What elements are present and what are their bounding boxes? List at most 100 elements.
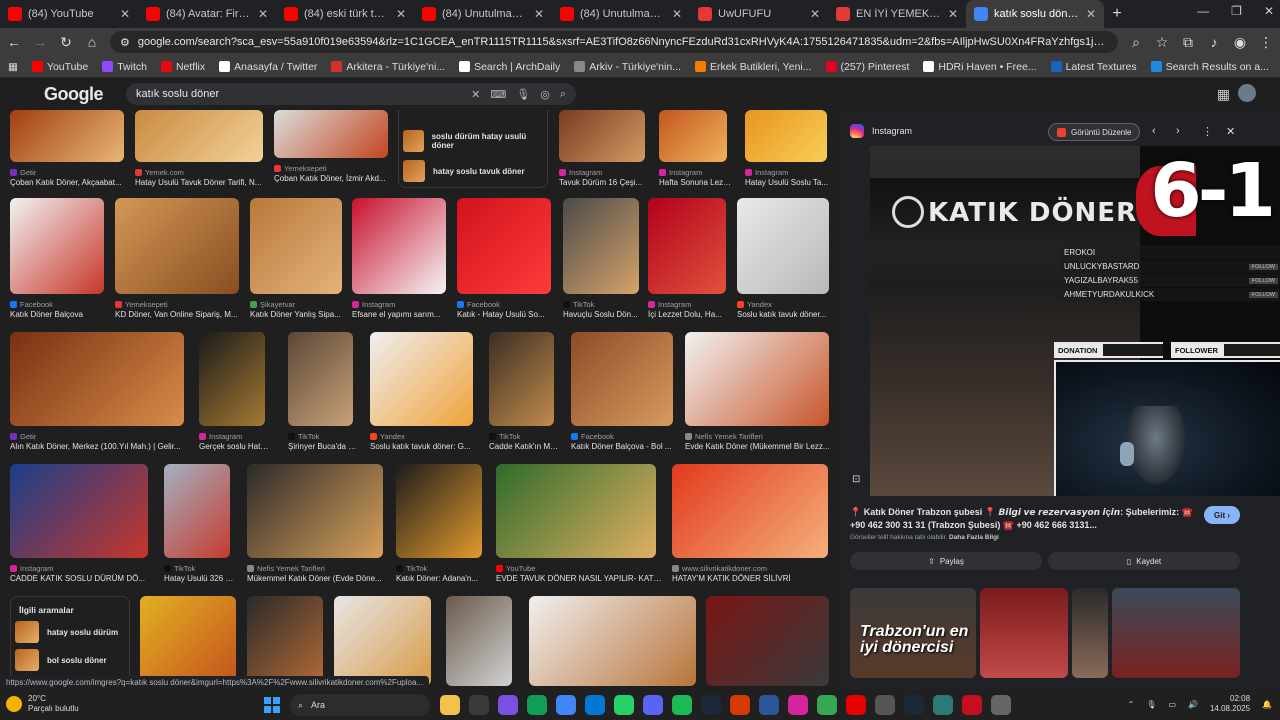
bookmark-star-icon[interactable]: ☆	[1154, 34, 1170, 51]
result-title[interactable]: Cadde Katık'ın Me...	[489, 442, 560, 451]
new-tab-button[interactable]: +	[1104, 5, 1130, 23]
result-title[interactable]: Katık Döner: Adana'n...	[396, 574, 488, 583]
lens-icon[interactable]: ◎	[540, 88, 550, 101]
result-source[interactable]: Getir	[10, 432, 190, 441]
zoom-icon[interactable]: ⌕	[1128, 34, 1144, 51]
bookmark-item[interactable]: Search Results on a...	[1150, 61, 1269, 73]
result-title[interactable]: Katık Döner Balçova - Bol ...	[571, 442, 679, 451]
bookmark-item[interactable]: YouTube	[31, 61, 88, 73]
result-source[interactable]: www.silivrikatikdoner.com	[672, 564, 834, 573]
bookmark-item[interactable]: Netflix	[160, 61, 205, 73]
taskbar-app-icon[interactable]	[933, 695, 953, 715]
chevron-up-icon[interactable]: ⌃	[1128, 700, 1135, 709]
search-input[interactable]: katık soslu döner	[136, 88, 461, 100]
result-source[interactable]: Instagram	[745, 168, 833, 177]
tab-1[interactable]: (84) Avatar: Fire and Ash | ✕	[138, 0, 276, 28]
more-info-link[interactable]: Daha Fazla Bilgi	[949, 534, 999, 541]
taskbar-app-icon[interactable]	[904, 695, 924, 715]
taskbar-app-icon[interactable]	[469, 695, 489, 715]
network-icon[interactable]: ▭	[1168, 700, 1176, 709]
result-title[interactable]: Çoban Katık Döner, Akçaabat...	[10, 178, 130, 187]
suggestion-item[interactable]: soslu dürüm hatay usulü döner	[399, 126, 547, 156]
close-tab-icon[interactable]: ✕	[1086, 7, 1096, 21]
result-title[interactable]: Hafta Sonuna Lezz...	[659, 178, 733, 187]
close-tab-icon[interactable]: ✕	[258, 7, 268, 21]
result-title[interactable]: Hatay Usulü 326 K...	[164, 574, 236, 583]
result-title[interactable]: CADDE KATIK SOSLU DÜRÜM DÖ...	[10, 574, 154, 583]
close-tab-icon[interactable]: ✕	[396, 7, 406, 21]
notifications-icon[interactable]: 🔔	[1262, 700, 1272, 709]
result-title[interactable]: Katık Döner Balçova	[10, 310, 110, 319]
microphone-icon[interactable]: 🎙	[1146, 700, 1156, 709]
prev-icon[interactable]: ‹	[1152, 125, 1156, 137]
home-icon[interactable]: ⌂	[84, 34, 100, 50]
result-title[interactable]: Çoban Katık Döner, İzmir Akd...	[274, 174, 394, 183]
result-source[interactable]: Instagram	[199, 432, 271, 441]
start-button[interactable]	[264, 697, 280, 713]
back-icon[interactable]: ←	[6, 34, 22, 50]
taskbar-app-icon[interactable]	[759, 695, 779, 715]
share-button[interactable]: ⇪ Paylaş	[850, 552, 1042, 570]
visit-button[interactable]: Git ›	[1204, 506, 1240, 524]
taskbar-app-icon[interactable]	[527, 695, 547, 715]
bookmark-item[interactable]: (257) Pinterest	[825, 61, 909, 73]
edit-image-button[interactable]: Görüntü Düzenle	[1048, 123, 1141, 141]
bookmark-item[interactable]: Search | ArchDaily	[459, 61, 560, 73]
taskbar-app-icon[interactable]	[672, 695, 692, 715]
taskbar-app-icon[interactable]	[788, 695, 808, 715]
result-title[interactable]: Katık Döner Yanlış Sipa...	[250, 310, 348, 319]
taskbar-app-icon[interactable]	[817, 695, 837, 715]
minimize-icon[interactable]: —	[1197, 4, 1209, 18]
taskbar-app-icon[interactable]	[643, 695, 663, 715]
taskbar-app-icon[interactable]	[585, 695, 605, 715]
result-source[interactable]: Facebook	[457, 300, 557, 309]
related-image[interactable]	[1072, 588, 1108, 678]
restore-icon[interactable]: ❐	[1231, 4, 1242, 18]
related-image[interactable]: Trabzon'un en iyi dönercisi	[850, 588, 976, 678]
profile-icon[interactable]: ◉	[1232, 34, 1248, 51]
result-source[interactable]: TikTok	[489, 432, 560, 441]
clock[interactable]: 02:08 14.08.2025	[1210, 694, 1250, 714]
taskbar-app-icon[interactable]	[556, 695, 576, 715]
preview-source[interactable]: Instagram	[850, 124, 912, 138]
result-title[interactable]: Alın Katık Döner, Merkez (100.Yıl Mah.) …	[10, 442, 190, 451]
result-source[interactable]: Getir	[10, 168, 130, 177]
result-title[interactable]: Soslu katık tavuk döner...	[737, 310, 835, 319]
result-title[interactable]: Gerçek soslu Hata...	[199, 442, 271, 451]
result-title[interactable]: HATAY'M KATIK DÖNER SİLİVRİ	[672, 574, 834, 583]
site-info-icon[interactable]: ⚙	[120, 36, 130, 49]
google-apps-icon[interactable]: ▦	[1217, 86, 1230, 103]
result-title[interactable]: Katık - Hatay Usulü So...	[457, 310, 557, 319]
search-icon[interactable]: ⌕	[560, 88, 566, 101]
clear-icon[interactable]: ✕	[471, 88, 480, 101]
close-tab-icon[interactable]: ✕	[810, 7, 820, 21]
next-icon[interactable]: ›	[1176, 125, 1180, 137]
bookmark-item[interactable]: Anasayfa / Twitter	[219, 61, 317, 73]
result-source[interactable]: Yandex	[370, 432, 479, 441]
taskbar-app-icon[interactable]	[440, 695, 460, 715]
result-title[interactable]: Evde Katık Döner (Mükemmel Bir Lezz...	[685, 442, 835, 451]
result-title[interactable]: EVDE TAVUK DÖNER NASIL YAPILIR- KATI...	[496, 574, 662, 583]
result-title[interactable]: Tavuk Dürüm 16 Çeşi...	[559, 178, 651, 187]
taskbar-app-icon[interactable]	[614, 695, 634, 715]
media-icon[interactable]: ♪	[1206, 34, 1222, 50]
save-button[interactable]: ▯ Kaydet	[1048, 552, 1240, 570]
keyboard-icon[interactable]: ⌨	[490, 88, 506, 101]
close-tab-icon[interactable]: ✕	[672, 7, 682, 21]
result-title[interactable]: Soslu katık tavuk döner: G...	[370, 442, 479, 451]
extensions-icon[interactable]: ⧉	[1180, 34, 1196, 51]
tab-2[interactable]: (84) eski türk televizyon e ✕	[276, 0, 414, 28]
suggestion-item[interactable]: hatay soslu tavuk döner	[399, 156, 547, 186]
close-window-icon[interactable]: ✕	[1264, 4, 1274, 18]
result-source[interactable]: Instagram	[648, 300, 732, 309]
result-title[interactable]: Efsane el yapımı sarım...	[352, 310, 452, 319]
reload-icon[interactable]: ↻	[58, 34, 74, 51]
search-box[interactable]: katık soslu döner ✕ ⌨ 🎙 ◎ ⌕	[126, 83, 576, 105]
taskbar-app-icon[interactable]	[991, 695, 1011, 715]
tab-5[interactable]: UwUFUFU ✕	[690, 0, 828, 28]
related-search-item[interactable]: hatay soslu dürüm	[11, 615, 129, 643]
result-title[interactable]: Şirinyer Buca'da H...	[288, 442, 359, 451]
result-source[interactable]: Yemeksepeti	[115, 300, 245, 309]
result-source[interactable]: Yemek.com	[135, 168, 269, 177]
google-logo[interactable]: Google	[44, 84, 120, 105]
